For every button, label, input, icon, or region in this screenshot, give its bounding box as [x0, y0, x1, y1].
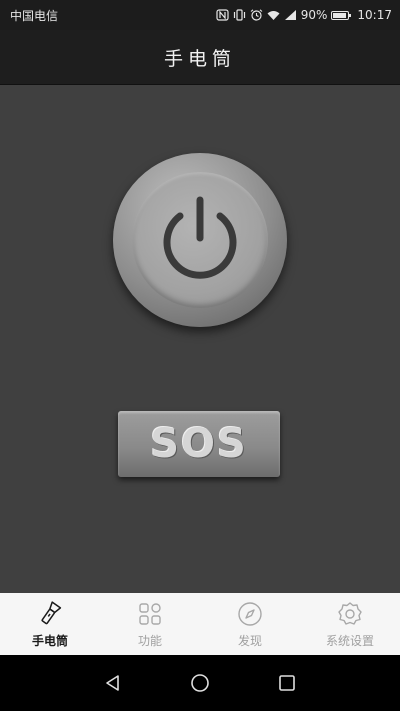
clock: 10:17 — [357, 8, 392, 22]
power-button-face[interactable] — [132, 172, 268, 308]
home-icon — [191, 674, 209, 692]
recents-button[interactable] — [275, 671, 299, 695]
system-nav-bar — [0, 655, 400, 711]
tab-label: 发现 — [237, 634, 262, 648]
sos-label: SOS — [150, 421, 248, 467]
power-icon — [163, 196, 237, 279]
title-bar: 手电筒 — [0, 30, 400, 85]
status-icons: 90% 10:17 — [216, 5, 392, 25]
wifi-icon — [267, 11, 280, 20]
bottom-tab-bar: 手电筒 功能 发现 系统设置 — [0, 593, 400, 655]
compass-icon — [238, 602, 262, 626]
back-button[interactable] — [101, 671, 125, 695]
tab-label: 功能 — [137, 634, 162, 648]
home-button[interactable] — [188, 671, 212, 695]
nfc-icon — [216, 9, 229, 21]
gear-icon — [338, 602, 362, 625]
tab-discover[interactable]: 发现 — [200, 593, 300, 655]
vibrate-icon — [233, 9, 245, 21]
recents-icon — [278, 675, 295, 691]
signal-icon — [284, 10, 296, 20]
carrier-name: 中国电信 — [10, 9, 59, 23]
tab-label: 手电筒 — [31, 634, 68, 648]
sos-button[interactable]: SOS — [118, 411, 280, 477]
battery-icon — [331, 10, 352, 20]
power-button[interactable] — [113, 153, 287, 327]
back-icon — [106, 675, 120, 691]
page-title: 手电筒 — [163, 47, 236, 70]
tab-label: 系统设置 — [325, 634, 374, 648]
apps-grid-icon — [139, 603, 161, 625]
flashlight-app-screen: 中国电信 90% 10:17 手电筒 SOS 手电筒 功能 发现 系统设置 — [0, 0, 400, 711]
alarm-icon — [250, 9, 263, 21]
main-content: SOS — [0, 85, 400, 593]
status-bar: 中国电信 90% 10:17 — [0, 0, 400, 30]
tab-functions[interactable]: 功能 — [100, 593, 200, 655]
battery-percent: 90% — [300, 8, 328, 22]
flashlight-icon — [41, 601, 62, 625]
tab-settings[interactable]: 系统设置 — [300, 593, 400, 655]
tab-flashlight[interactable]: 手电筒 — [0, 593, 100, 655]
